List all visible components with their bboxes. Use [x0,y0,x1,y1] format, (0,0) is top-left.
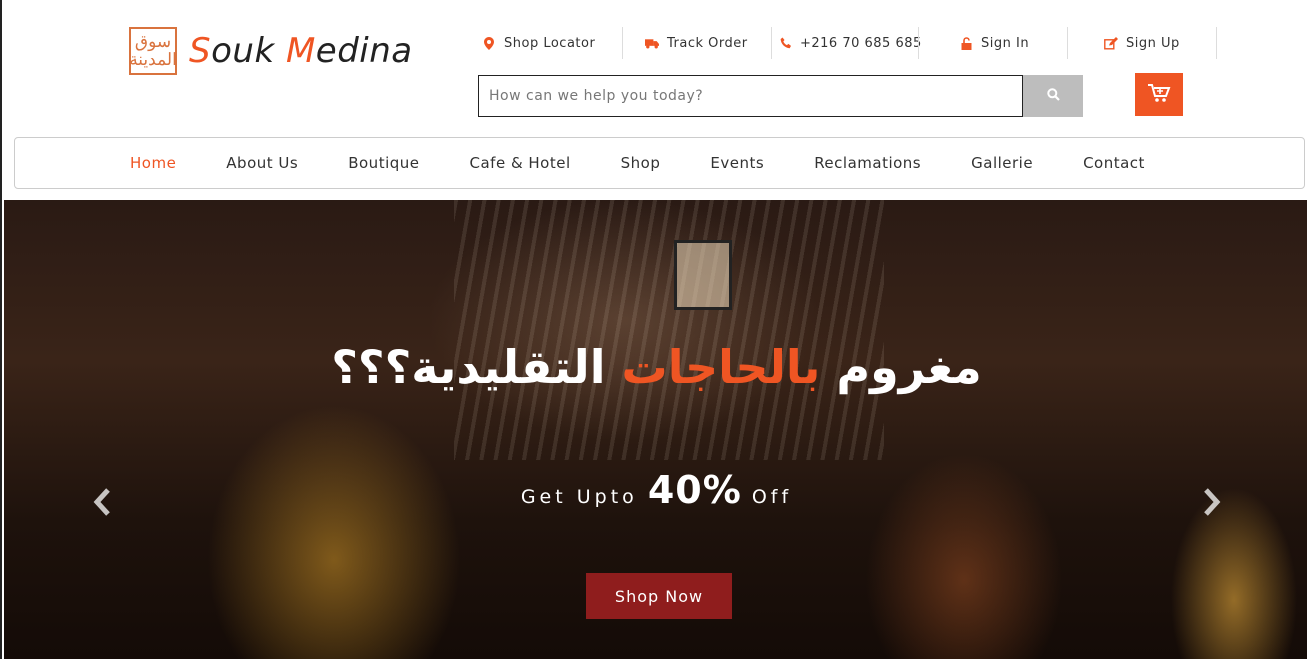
hero-background-lantern [674,240,732,310]
search-button[interactable] [1023,75,1083,117]
search-icon [1046,88,1060,104]
logo[interactable]: سوق المدينة Souk Medina [129,27,413,75]
nav-item-about-us[interactable]: About Us [226,154,298,172]
hero-title-accent: بالحاجات [621,340,821,394]
brand-word-medina: edina [315,31,413,71]
hero-background-roof [454,200,884,460]
hero-slider: مغروم بالحاجات التقليدية؟؟؟ Get Upto 40%… [4,200,1307,659]
nav-item-events[interactable]: Events [710,154,764,172]
hero-title: مغروم بالحاجات التقليدية؟؟؟ [4,340,1307,394]
nav-item-boutique[interactable]: Boutique [348,154,419,172]
divider [1216,27,1217,59]
cart-button[interactable] [1135,73,1183,116]
chevron-left-icon[interactable] [92,486,114,526]
sign-up-link[interactable]: Sign Up [1068,26,1216,60]
sign-in-label: Sign In [981,35,1030,51]
chevron-right-icon[interactable] [1200,486,1222,526]
page: سوق المدينة Souk Medina Shop Locator Tra… [0,0,1307,659]
nav-item-contact[interactable]: Contact [1083,154,1145,172]
nav-item-shop[interactable]: Shop [621,154,661,172]
truck-icon [645,38,659,49]
phone-icon [780,37,792,49]
cart-icon [1147,83,1171,107]
hero-sub-prefix: Get Upto [520,486,648,508]
nav-item-home[interactable]: Home [130,154,176,172]
shop-now-button[interactable]: Shop Now [586,573,732,619]
hero-discount: 40% [647,468,742,512]
main-nav: Home About Us Boutique Cafe & Hotel Shop… [14,137,1305,189]
nav-item-gallerie[interactable]: Gallerie [971,154,1033,172]
phone-link[interactable]: +216 70 685 685 [772,26,921,60]
brand-initial-m: M [285,31,316,71]
track-order-label: Track Order [667,35,748,51]
brand-word-souk: ouk [211,31,286,71]
edit-icon [1104,36,1118,50]
nav-item-cafe-hotel[interactable]: Cafe & Hotel [470,154,571,172]
unlock-icon [959,36,973,50]
shop-locator-label: Shop Locator [504,35,596,51]
sign-in-link[interactable]: Sign In [919,26,1067,60]
brand-initial-s: S [189,31,212,71]
logo-mark: سوق المدينة [129,27,177,75]
hero-sub-suffix: Off [741,486,793,508]
search-bar [478,75,1083,117]
sign-up-label: Sign Up [1126,35,1180,51]
hero-subtitle: Get Upto 40% Off [4,468,1307,512]
shop-locator-link[interactable]: Shop Locator [482,26,622,60]
nav-item-reclamations[interactable]: Reclamations [814,154,921,172]
phone-number: +216 70 685 685 [800,35,922,51]
hero-title-end: التقليدية؟؟؟ [331,340,622,394]
track-order-link[interactable]: Track Order [623,26,771,60]
search-input[interactable] [478,75,1023,117]
map-marker-icon [482,36,496,50]
hero-title-start: مغروم [820,340,982,394]
top-links: Shop Locator Track Order +216 70 685 685… [482,26,1217,60]
brand-name: Souk Medina [189,31,413,71]
